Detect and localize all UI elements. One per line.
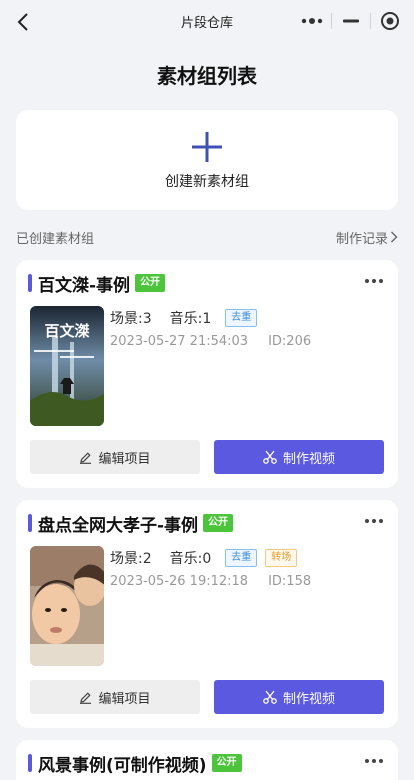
- group-card-header: 盘点全网大孝子-事例 公开: [28, 512, 234, 536]
- scene-count: 场景:2: [110, 551, 152, 567]
- group-title: 盘点全网大孝子-事例: [38, 515, 199, 536]
- accent-bar: [28, 514, 32, 532]
- group-card: 盘点全网大孝子-事例 公开 场景:2 音乐:0 去重 转场 2023-05-26…: [16, 500, 398, 728]
- group-stats: 场景:2 音乐:0 去重 转场: [110, 548, 298, 568]
- group-thumbnail[interactable]: 百文滐: [30, 306, 104, 426]
- group-id: ID:158: [268, 574, 312, 589]
- more-options-button[interactable]: [362, 272, 386, 290]
- created-date: 2023-05-26 19:12:18: [110, 574, 249, 589]
- make-video-button[interactable]: 制作视频: [214, 680, 384, 714]
- edit-project-label: 编辑项目: [98, 451, 151, 467]
- music-count: 音乐:1: [169, 311, 212, 327]
- scissors-icon: [263, 690, 277, 704]
- group-card-header: 百文滐-事例 公开: [28, 272, 166, 296]
- group-card: 风景事例(可制作视频) 公开: [16, 740, 398, 780]
- target-circle-icon: [380, 12, 399, 30]
- minimize-button[interactable]: [337, 7, 365, 35]
- thumbnail-overlay-text: 百文滐: [44, 322, 89, 340]
- group-meta: 2023-05-26 19:12:18 ID:158: [110, 574, 311, 589]
- edit-project-button[interactable]: 编辑项目: [30, 680, 200, 714]
- minimize-icon: [342, 19, 359, 23]
- pencil-icon: [80, 451, 92, 464]
- more-dots-icon: [302, 18, 323, 24]
- public-tag: 公开: [211, 754, 242, 772]
- group-meta: 2023-05-27 21:54:03 ID:206: [110, 334, 311, 349]
- create-group-label: 创建新素材组: [165, 174, 249, 190]
- accent-bar: [28, 754, 32, 772]
- group-stats: 场景:3 音乐:1 去重: [110, 308, 258, 328]
- top-nav-bar: 片段仓库: [0, 0, 414, 44]
- create-group-card[interactable]: 创建新素材组: [16, 110, 398, 210]
- page-title: 素材组列表: [157, 64, 257, 88]
- group-thumbnail[interactable]: [30, 546, 104, 666]
- section-label: 已创建素材组: [16, 231, 95, 247]
- public-tag: 公开: [203, 514, 234, 532]
- music-count: 音乐:0: [169, 551, 212, 567]
- group-card-header: 风景事例(可制作视频) 公开: [28, 752, 242, 776]
- more-button[interactable]: [298, 7, 326, 35]
- group-card: 百文滐-事例 公开 百文滐 场景:3 音乐:1 去重 2023-05-27 21…: [16, 260, 398, 488]
- thumbnail-image: [30, 546, 104, 666]
- plus-icon: [192, 132, 222, 162]
- accent-bar: [28, 274, 32, 292]
- make-video-button[interactable]: 制作视频: [214, 440, 384, 474]
- created-date: 2023-05-27 21:54:03: [110, 334, 249, 349]
- edit-project-label: 编辑项目: [98, 691, 151, 707]
- pencil-icon: [80, 691, 92, 704]
- dedupe-tag: 去重: [225, 309, 258, 327]
- dedupe-tag: 去重: [225, 549, 258, 567]
- transition-tag: 转场: [265, 549, 298, 567]
- edit-project-button[interactable]: 编辑项目: [30, 440, 200, 474]
- section-header: 已创建素材组 制作记录: [16, 228, 398, 247]
- record-link-label: 制作记录: [335, 231, 388, 247]
- more-options-button[interactable]: [362, 512, 386, 530]
- mini-program-capsule: [296, 6, 406, 36]
- make-video-label: 制作视频: [282, 691, 335, 707]
- thumbnail-image: 百文滐: [30, 306, 104, 426]
- record-link[interactable]: 制作记录: [336, 228, 398, 247]
- group-title: 风景事例(可制作视频): [38, 755, 207, 776]
- capsule-divider: [369, 13, 371, 29]
- make-video-label: 制作视频: [282, 451, 335, 467]
- chevron-right-icon: [391, 231, 398, 243]
- group-title: 百文滐-事例: [38, 275, 131, 296]
- scissors-icon: [263, 450, 277, 464]
- capsule-divider: [331, 13, 333, 29]
- group-id: ID:206: [268, 334, 312, 349]
- close-button[interactable]: [376, 7, 404, 35]
- more-options-button[interactable]: [362, 752, 386, 770]
- public-tag: 公开: [135, 274, 166, 292]
- scene-count: 场景:3: [110, 311, 152, 327]
